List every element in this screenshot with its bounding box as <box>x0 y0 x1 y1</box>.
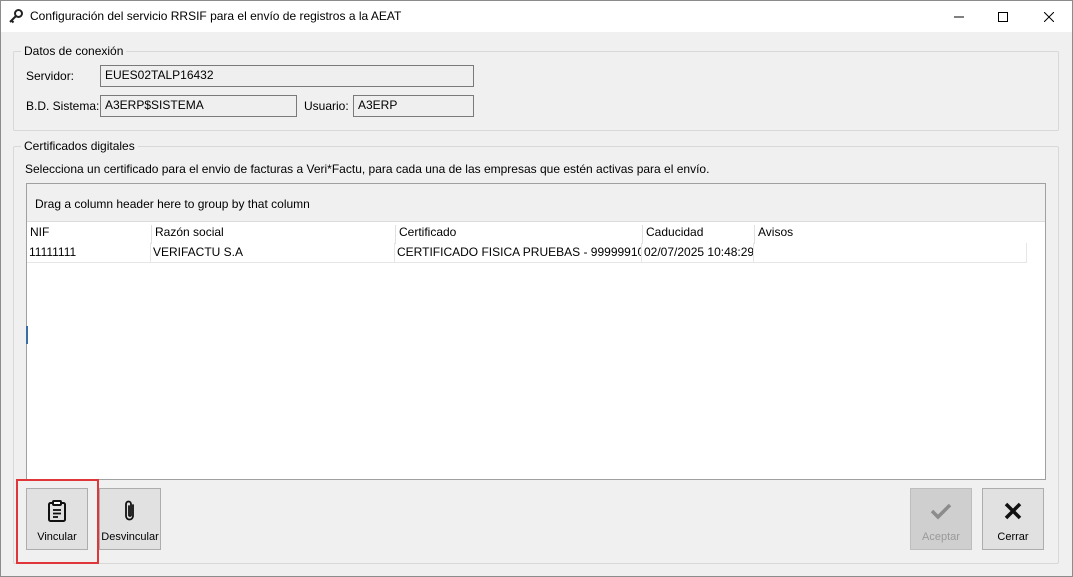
cell-nif[interactable]: 11111111 <box>27 243 151 263</box>
minimize-icon <box>954 12 964 22</box>
link-button[interactable]: Vincular <box>26 488 88 550</box>
column-header-nif[interactable]: NIF <box>27 225 151 244</box>
accept-button[interactable]: Aceptar <box>910 488 972 550</box>
accept-button-label: Aceptar <box>922 531 960 543</box>
cell-avisos[interactable] <box>754 243 1027 263</box>
column-header-certificado[interactable]: Certificado <box>395 225 642 244</box>
server-label: Servidor: <box>26 69 75 83</box>
config-dialog: Configuración del servicio RRSIF para el… <box>0 0 1073 577</box>
db-system-label: B.D. Sistema: <box>26 99 100 113</box>
grid-splitter[interactable] <box>26 326 28 344</box>
x-icon <box>1003 499 1023 523</box>
group-by-hint: Drag a column header here to group by th… <box>35 197 310 211</box>
db-system-field[interactable]: A3ERP$SISTEMA <box>100 95 297 117</box>
close-button[interactable]: Cerrar <box>982 488 1044 550</box>
maximize-button[interactable] <box>980 1 1026 32</box>
link-button-label: Vincular <box>37 531 77 543</box>
minimize-button[interactable] <box>936 1 982 32</box>
column-header-razon-social[interactable]: Razón social <box>151 225 395 244</box>
close-button-label: Cerrar <box>997 531 1029 543</box>
user-field[interactable]: A3ERP <box>353 95 474 117</box>
column-header-caducidad[interactable]: Caducidad <box>642 225 754 244</box>
checkmark-icon <box>930 499 952 523</box>
column-header-avisos[interactable]: Avisos <box>754 225 904 244</box>
close-icon <box>1044 11 1054 22</box>
cell-caducidad[interactable]: 02/07/2025 10:48:29 <box>642 243 754 263</box>
title-bar[interactable]: Configuración del servicio RRSIF para el… <box>1 1 1072 32</box>
maximize-icon <box>998 11 1008 22</box>
connection-groupbox: Datos de conexión <box>13 44 1059 131</box>
connection-legend: Datos de conexión <box>21 44 127 58</box>
cell-razon-social[interactable]: VERIFACTU S.A <box>151 243 395 263</box>
instructions-text: Selecciona un certificado para el envio … <box>25 162 710 176</box>
user-label: Usuario: <box>304 99 349 113</box>
window-title: Configuración del servicio RRSIF para el… <box>30 9 402 23</box>
cell-certificado[interactable]: CERTIFICADO FISICA PRUEBAS - 99999910G <box>395 243 642 263</box>
table-row[interactable]: 11111111 VERIFACTU S.A CERTIFICADO FISIC… <box>27 243 1027 263</box>
server-field[interactable]: EUES02TALP16432 <box>100 65 474 87</box>
unlink-button[interactable]: Desvincular <box>99 488 161 550</box>
key-icon <box>8 8 24 24</box>
certificates-legend: Certificados digitales <box>21 139 138 153</box>
group-by-panel[interactable]: Drag a column header here to group by th… <box>27 184 1045 222</box>
certificates-grid[interactable]: Drag a column header here to group by th… <box>26 183 1046 480</box>
paperclip-icon <box>123 499 137 523</box>
clipboard-icon <box>47 499 67 523</box>
close-window-button[interactable] <box>1026 1 1072 32</box>
unlink-button-label: Desvincular <box>101 531 159 543</box>
